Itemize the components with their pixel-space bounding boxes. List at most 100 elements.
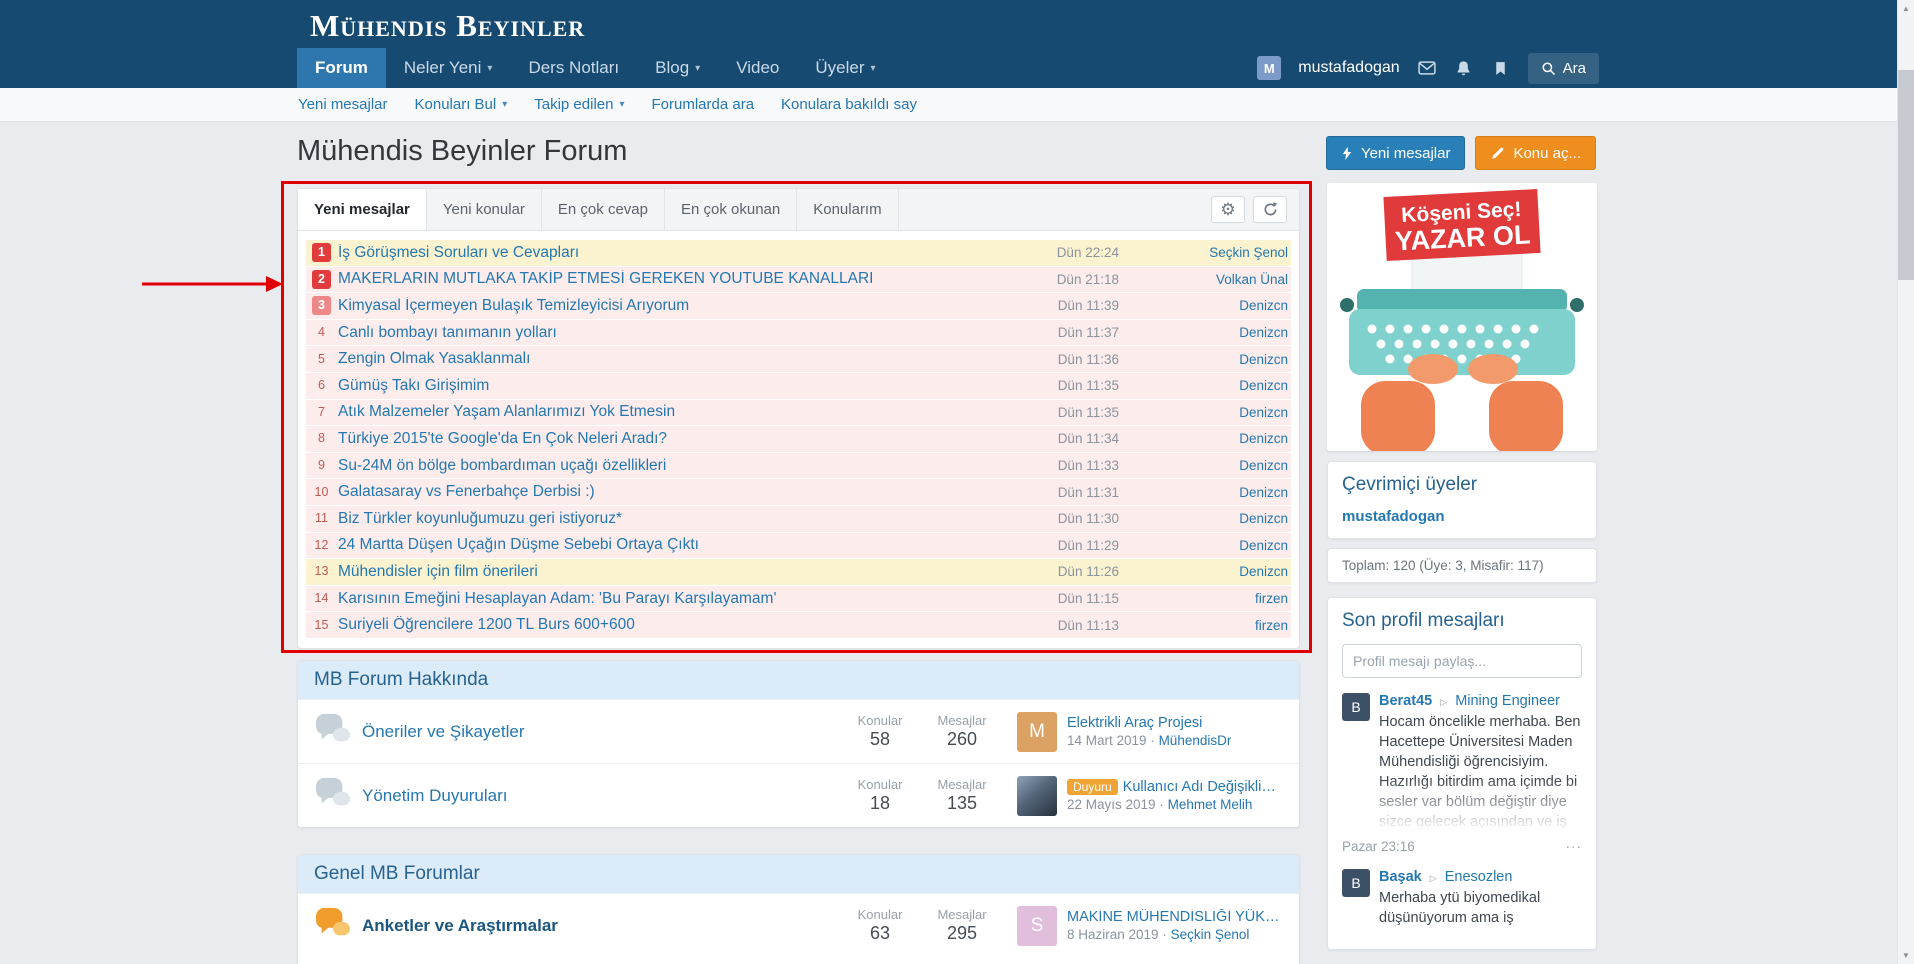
profile-posts-title[interactable]: Son profil mesajları xyxy=(1342,610,1505,632)
topics-stat-value: 58 xyxy=(839,729,921,750)
avatar[interactable]: M xyxy=(1017,712,1057,752)
forum-link[interactable]: Anketler ve Araştırmalar xyxy=(358,916,839,936)
thread-author-link[interactable]: Denizcn xyxy=(1119,298,1291,313)
subnav-link[interactable]: Forumlarda ara xyxy=(652,96,755,113)
post-menu-button[interactable]: ··· xyxy=(1566,839,1583,854)
widget-tab[interactable]: En çok okunan xyxy=(665,189,797,230)
new-messages-button[interactable]: Yeni mesajlar xyxy=(1326,136,1466,170)
thread-author-link[interactable]: Denizcn xyxy=(1119,511,1291,526)
topics-stat: Konular 63 xyxy=(839,907,921,944)
forum-link[interactable]: Öneriler ve Şikayetler xyxy=(358,722,839,742)
forum-link[interactable]: Yönetim Duyuruları xyxy=(358,786,839,806)
thread-row: 11 Biz Türkler koyunluğumuzu geri istiyo… xyxy=(306,506,1291,533)
latest-thread-link[interactable]: Kullanıcı Adı Değişiklikleri ( ... xyxy=(1123,779,1283,795)
widget-settings-button[interactable]: ⚙ xyxy=(1211,196,1245,223)
thread-title-link[interactable]: Atık Malzemeler Yaşam Alanlarımızı Yok E… xyxy=(338,403,999,421)
writer-ad-banner[interactable]: Köşeni Seç! YAZAR OL xyxy=(1327,183,1597,451)
browser-scrollbar[interactable]: ▲ ▼ xyxy=(1897,0,1914,964)
latest-thread-link[interactable]: MAKİNE MÜHENDİSLİĞİ YÜKSEK Lİ... xyxy=(1067,909,1283,925)
nav-item[interactable]: Neler Yeni ▾ xyxy=(386,48,511,88)
thread-title-link[interactable]: Galatasaray vs Fenerbahçe Derbisi :) xyxy=(338,483,999,501)
thread-author-link[interactable]: Denizcn xyxy=(1119,458,1291,473)
thread-title-link[interactable]: 24 Martta Düşen Uçağın Düşme Sebebi Orta… xyxy=(338,536,999,554)
inbox-envelope-icon[interactable] xyxy=(1417,58,1437,78)
avatar[interactable] xyxy=(1017,776,1057,816)
thread-author-link[interactable]: firzen xyxy=(1119,618,1291,633)
subnav-link[interactable]: Konuları Bul ▾ xyxy=(415,96,508,113)
nav-item[interactable]: Üyeler ▾ xyxy=(797,48,893,88)
section-title[interactable]: Genel MB Forumlar xyxy=(298,855,1299,893)
widget-tab[interactable]: En çok cevap xyxy=(542,189,665,230)
subnav-link[interactable]: Konulara bakıldı say xyxy=(781,96,917,113)
scroll-up-arrow[interactable]: ▲ xyxy=(1898,0,1914,17)
thread-author-link[interactable]: firzen xyxy=(1119,591,1291,606)
thread-author-link[interactable]: Denizcn xyxy=(1119,378,1291,393)
user-avatar[interactable]: M xyxy=(1257,56,1281,80)
search-button[interactable]: Ara xyxy=(1528,53,1599,84)
post-target-link[interactable]: Mining Engineer xyxy=(1455,693,1560,709)
thread-title-link[interactable]: Canlı bombayı tanımanın yolları xyxy=(338,324,999,342)
sidebar: Köşeni Seç! YAZAR OL Çevrimiçi üyeler mu… xyxy=(1327,183,1597,950)
latest-thread-link[interactable]: Elektrikli Araç Projesi xyxy=(1067,715,1202,731)
new-topic-button[interactable]: Konu aç... xyxy=(1475,136,1596,170)
site-logo[interactable]: Mühendis Beyinler xyxy=(310,8,585,44)
thread-title-link[interactable]: Mühendisler için film önerileri xyxy=(338,563,999,581)
widget-tab[interactable]: Konularım xyxy=(797,189,898,230)
pencil-icon xyxy=(1490,146,1505,161)
main-nav: Forum Neler Yeni ▾ Ders Notları Blog ▾ V… xyxy=(297,48,894,88)
avatar[interactable]: B xyxy=(1342,693,1370,721)
latest-author-link[interactable]: MühendisDr xyxy=(1159,733,1232,748)
thread-title-link[interactable]: MAKERLARIN MUTLAKA TAKİP ETMESİ GEREKEN … xyxy=(338,270,999,288)
section-title[interactable]: MB Forum Hakkında xyxy=(298,661,1299,699)
widget-tab-label: Konularım xyxy=(813,201,881,218)
subnav-link-label: Takip edilen xyxy=(534,96,613,113)
thread-time: Dün 11:13 xyxy=(999,618,1119,633)
thread-author-link[interactable]: Denizcn xyxy=(1119,405,1291,420)
post-target-link[interactable]: Enesozlen xyxy=(1445,869,1513,885)
widget-tab[interactable]: Yeni mesajlar xyxy=(298,189,427,230)
thread-author-link[interactable]: Volkan Ünal xyxy=(1119,272,1291,287)
avatar[interactable]: B xyxy=(1342,869,1370,897)
thread-author-link[interactable]: Denizcn xyxy=(1119,431,1291,446)
subnav-link[interactable]: Takip edilen ▾ xyxy=(534,96,624,113)
thread-author-link[interactable]: Denizcn xyxy=(1119,564,1291,579)
thread-author-link[interactable]: Seçkin Şenol xyxy=(1119,245,1291,260)
thread-title-link[interactable]: Karısının Emeğini Hesaplayan Adam: 'Bu P… xyxy=(338,590,999,608)
thread-title-link[interactable]: Suriyeli Öğrencilere 1200 TL Burs 600+60… xyxy=(338,616,999,634)
prefix-badge: Duyuru xyxy=(1067,779,1118,795)
topics-stat-value: 18 xyxy=(839,793,921,814)
scroll-down-arrow[interactable]: ▼ xyxy=(1898,947,1914,964)
thread-title-link[interactable]: Türkiye 2015'te Google'da En Çok Neleri … xyxy=(338,430,999,448)
avatar[interactable]: S xyxy=(1017,906,1057,946)
post-author-link[interactable]: Berat45 xyxy=(1379,693,1432,709)
nav-item[interactable]: Video xyxy=(718,48,797,88)
nav-item[interactable]: Ders Notları xyxy=(510,48,637,88)
bookmarks-icon[interactable] xyxy=(1491,58,1511,78)
latest-author-link[interactable]: Seçkin Şenol xyxy=(1171,927,1250,942)
forum-row: Öneriler ve Şikayetler Konular 58 Mesajl… xyxy=(298,699,1299,763)
widget-refresh-button[interactable] xyxy=(1253,196,1287,223)
widget-tab[interactable]: Yeni konular xyxy=(427,189,542,230)
thread-author-link[interactable]: Denizcn xyxy=(1119,352,1291,367)
thread-author-link[interactable]: Denizcn xyxy=(1119,325,1291,340)
post-author-link[interactable]: Başak xyxy=(1379,869,1422,885)
nav-item[interactable]: Forum xyxy=(297,48,386,88)
scrollbar-thumb[interactable] xyxy=(1898,70,1914,280)
thread-title-link[interactable]: Zengin Olmak Yasaklanmalı xyxy=(338,350,999,368)
username-link[interactable]: mustafadogan xyxy=(1298,59,1399,77)
thread-title-link[interactable]: İş Görüşmesi Soruları ve Cevapları xyxy=(338,244,999,262)
thread-title-link[interactable]: Su-24M ön bölge bombardıman uçağı özelli… xyxy=(338,457,999,475)
thread-author-link[interactable]: Denizcn xyxy=(1119,538,1291,553)
latest-author-link[interactable]: Mehmet Melih xyxy=(1168,797,1253,812)
thread-title-link[interactable]: Biz Türkler koyunluğumuzu geri istiyoruz… xyxy=(338,510,999,528)
subnav-link[interactable]: Yeni mesajlar xyxy=(298,96,388,113)
thread-title-link[interactable]: Kimyasal İçermeyen Bulaşık Temizleyicisi… xyxy=(338,297,999,315)
latest-date: 22 Mayıs 2019 · xyxy=(1067,797,1164,812)
profile-post-input[interactable] xyxy=(1342,644,1582,678)
online-users-title[interactable]: Çevrimiçi üyeler xyxy=(1342,474,1477,496)
online-user-link[interactable]: mustafadogan xyxy=(1342,508,1445,525)
nav-item[interactable]: Blog ▾ xyxy=(637,48,718,88)
thread-author-link[interactable]: Denizcn xyxy=(1119,485,1291,500)
thread-title-link[interactable]: Gümüş Takı Girişimim xyxy=(338,377,999,395)
alerts-bell-icon[interactable] xyxy=(1454,58,1474,78)
